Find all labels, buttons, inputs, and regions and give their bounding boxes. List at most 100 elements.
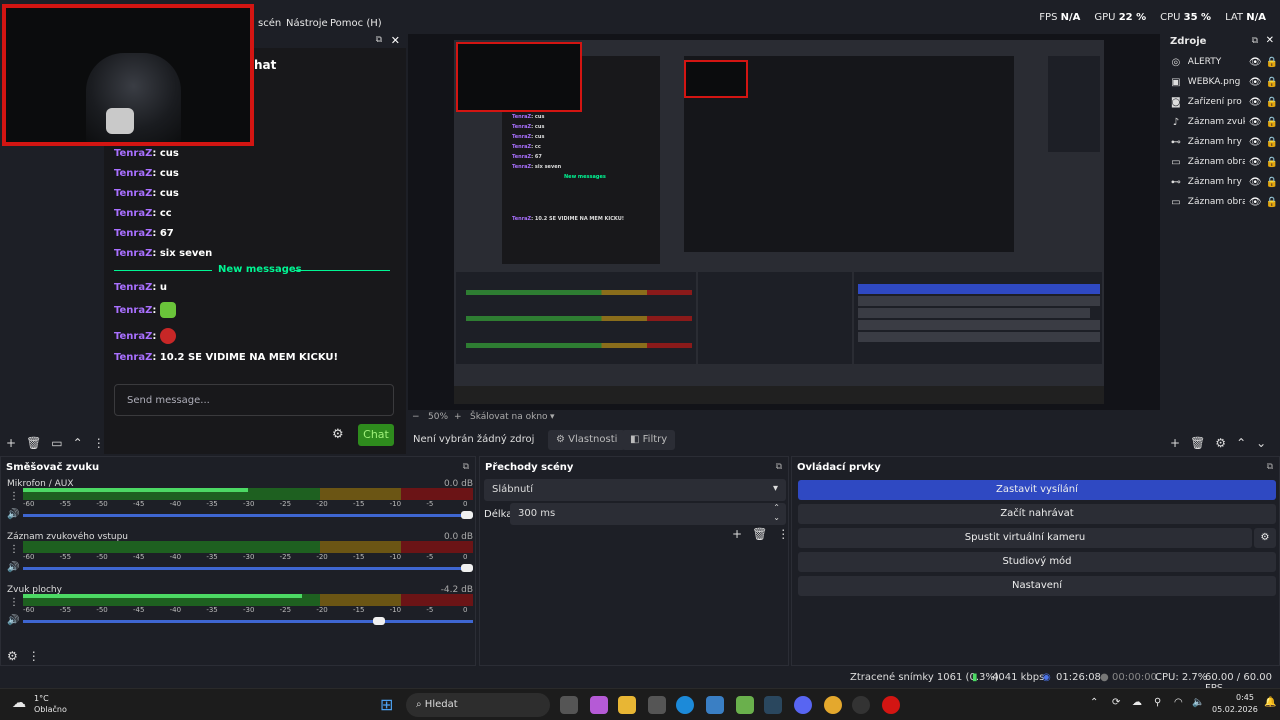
zoom-out-icon[interactable]: −	[412, 412, 420, 422]
eye-icon[interactable]: 👁	[1249, 117, 1262, 128]
start-virtual-camera-button[interactable]: Spustit virtuální kameru	[798, 528, 1252, 548]
eye-icon[interactable]: 👁	[1249, 157, 1262, 168]
transition-select[interactable]: Slábnutí ▾	[484, 479, 786, 501]
volume-slider[interactable]	[23, 511, 473, 519]
spinner-icon[interactable]: ⌃ ⌄	[773, 503, 780, 523]
settings-button[interactable]: Nastavení	[798, 576, 1276, 596]
lock-icon[interactable]: 🔒	[1266, 97, 1278, 108]
chrome-icon[interactable]	[824, 696, 842, 714]
steam-icon[interactable]	[764, 696, 782, 714]
file-explorer-icon[interactable]	[618, 696, 636, 714]
add-source-icon[interactable]: +	[1170, 436, 1180, 450]
scale-to-window[interactable]: Škálovat na okno	[470, 412, 548, 422]
volume-knob[interactable]	[461, 511, 473, 519]
delete-transition-icon[interactable]: 🗑	[752, 527, 767, 541]
properties-button[interactable]: ⚙ Vlastnosti	[548, 430, 626, 450]
opera-icon[interactable]	[882, 696, 900, 714]
eye-icon[interactable]: 👁	[1249, 57, 1262, 68]
lock-icon[interactable]: 🔒	[1266, 57, 1278, 68]
chevron-down-icon[interactable]: ▾	[550, 412, 555, 422]
more-icon[interactable]: ⋮	[9, 544, 19, 555]
windows-start-icon[interactable]: ⊞	[380, 695, 393, 714]
eye-icon[interactable]: 👁	[1249, 197, 1262, 208]
float-icon[interactable]: ⧉	[463, 462, 469, 472]
close-icon[interactable]: ✕	[1266, 35, 1274, 46]
network-icon[interactable]: ⚲	[1154, 697, 1161, 708]
cloud-icon[interactable]: ☁	[1132, 697, 1142, 708]
eye-icon[interactable]: 👁	[1249, 77, 1262, 88]
volume-knob[interactable]	[373, 617, 386, 625]
edge-icon[interactable]	[676, 696, 694, 714]
move-up-icon[interactable]: ⌃	[1236, 436, 1246, 450]
menu-tools[interactable]: Nástroje	[286, 18, 328, 29]
speaker-icon[interactable]: 🔊	[7, 562, 19, 573]
zoom-in-icon[interactable]: +	[454, 412, 462, 422]
delete-scene-icon[interactable]: 🗑	[26, 436, 41, 450]
eye-icon[interactable]: 👁	[1249, 177, 1262, 188]
lock-icon[interactable]: 🔒	[1266, 117, 1278, 128]
duration-spinbox[interactable]: 300 ms ⌃ ⌄	[510, 503, 786, 525]
more-icon[interactable]: ⋮	[777, 527, 789, 541]
chat-settings-icon[interactable]: ⚙	[332, 427, 344, 442]
source-item[interactable]: ⊷ Záznam hry 👁 🔒	[1170, 172, 1278, 192]
weather-icon[interactable]: ☁	[12, 695, 26, 711]
volume-icon[interactable]: 🔈	[1192, 697, 1204, 708]
source-item[interactable]: ▭ Záznam obra 👁 🔒	[1170, 192, 1278, 212]
lock-icon[interactable]: 🔒	[1266, 157, 1278, 168]
menu-scenes[interactable]: scén	[258, 18, 281, 29]
more-icon[interactable]: ⋮	[9, 597, 19, 608]
float-icon[interactable]: ⧉	[1267, 462, 1273, 472]
nvidia-icon[interactable]	[736, 696, 754, 714]
add-transition-icon[interactable]: +	[732, 527, 742, 541]
add-scene-icon[interactable]: +	[6, 436, 16, 450]
source-item[interactable]: ◎ ALERTY 👁 🔒	[1170, 52, 1278, 72]
source-item[interactable]: ⊷ Záznam hry 👁 🔒	[1170, 132, 1278, 152]
copilot-icon[interactable]	[590, 696, 608, 714]
close-icon[interactable]: ✕	[391, 34, 400, 47]
stop-streaming-button[interactable]: Zastavit vysílání	[798, 480, 1276, 500]
source-item[interactable]: ▣ WEBKA.png 👁 🔒	[1170, 72, 1278, 92]
source-item[interactable]: ♪ Záznam zvuku 👁 🔒	[1170, 112, 1278, 132]
discord-icon[interactable]	[794, 696, 812, 714]
lock-icon[interactable]: 🔒	[1266, 137, 1278, 148]
lock-icon[interactable]: 🔒	[1266, 77, 1278, 88]
source-item[interactable]: ◙ Zařízení pro z 👁 🔒	[1170, 92, 1278, 112]
notification-icon[interactable]: 🔔	[1264, 697, 1276, 708]
gear-icon[interactable]: ⚙	[1215, 436, 1226, 450]
volume-slider[interactable]	[23, 564, 473, 572]
float-icon[interactable]: ⧉	[376, 35, 382, 45]
advanced-audio-icon[interactable]: ⚙	[7, 649, 18, 663]
store-icon[interactable]	[706, 696, 724, 714]
scene-filter-icon[interactable]: ▭	[51, 436, 62, 450]
sync-icon[interactable]: ⟳	[1112, 697, 1120, 708]
obs-icon[interactable]	[852, 696, 870, 714]
chat-send-button[interactable]: Chat	[358, 424, 394, 446]
wifi-icon[interactable]: ◠	[1174, 697, 1183, 708]
task-view-icon[interactable]	[560, 696, 578, 714]
delete-source-icon[interactable]: 🗑	[1190, 436, 1205, 450]
app-icon[interactable]	[648, 696, 666, 714]
more-icon[interactable]: ⋮	[9, 491, 19, 502]
volume-slider[interactable]	[23, 617, 473, 625]
float-icon[interactable]: ⧉	[1252, 36, 1258, 46]
speaker-icon[interactable]: 🔊	[7, 615, 19, 626]
move-up-icon[interactable]: ⌃	[73, 436, 83, 450]
chat-input[interactable]: Send message...	[114, 384, 394, 416]
chevron-up-icon[interactable]: ⌃	[1090, 697, 1098, 708]
source-item[interactable]: ▭ Záznam obra 👁 🔒	[1170, 152, 1278, 172]
eye-icon[interactable]: 👁	[1249, 137, 1262, 148]
move-down-icon[interactable]: ⌄	[1256, 436, 1266, 450]
lock-icon[interactable]: 🔒	[1266, 197, 1278, 208]
more-icon[interactable]: ⋮	[93, 436, 105, 450]
speaker-icon[interactable]: 🔊	[7, 509, 19, 520]
eye-icon[interactable]: 👁	[1249, 97, 1262, 108]
filters-button[interactable]: ◧ Filtry	[622, 430, 676, 450]
lock-icon[interactable]: 🔒	[1266, 177, 1278, 188]
taskbar-search[interactable]: ⌕ Hledat	[406, 693, 550, 717]
more-icon[interactable]: ⋮	[28, 649, 40, 663]
float-icon[interactable]: ⧉	[776, 462, 782, 472]
virtual-camera-settings-button[interactable]: ⚙	[1254, 528, 1276, 548]
start-recording-button[interactable]: Začít nahrávat	[798, 504, 1276, 524]
volume-knob[interactable]	[461, 564, 473, 572]
studio-mode-button[interactable]: Studiový mód	[798, 552, 1276, 572]
